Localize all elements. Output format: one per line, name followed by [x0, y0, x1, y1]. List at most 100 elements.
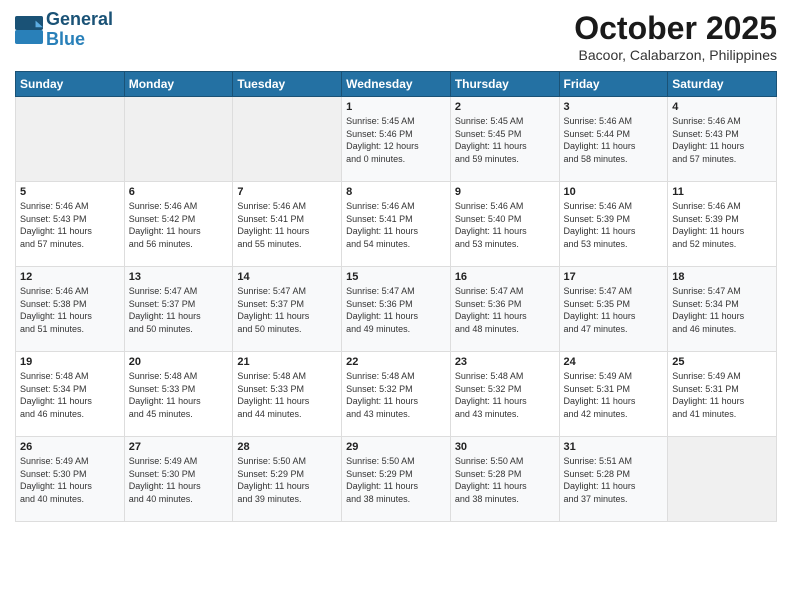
- day-number: 8: [346, 186, 446, 198]
- day-number: 10: [564, 186, 664, 198]
- calendar-cell: 5 Sunrise: 5:46 AM Sunset: 5:43 PM Daylig…: [16, 182, 125, 267]
- day-number: 15: [346, 271, 446, 283]
- calendar-cell: 2Sunrise: 5:45 AM Sunset: 5:45 PM Daylig…: [450, 97, 559, 182]
- calendar-cell: 23 Sunrise: 5:48 AM Sunset: 5:32 PM Dayli…: [450, 352, 559, 437]
- calendar-cell: 20Sunrise: 5:48 AM Sunset: 5:33 PM Dayli…: [124, 352, 233, 437]
- calendar-header: SundayMondayTuesdayWednesdayThursdayFrid…: [16, 72, 777, 97]
- calendar-cell: 3 Sunrise: 5:46 AM Sunset: 5:44 PM Daylig…: [559, 97, 668, 182]
- day-number: 11: [672, 186, 772, 198]
- day-info: Sunrise: 5:50 AM Sunset: 5:28 PM Dayligh…: [455, 455, 555, 505]
- weekday-header-tuesday: Tuesday: [233, 72, 342, 97]
- day-info: Sunrise: 5:48 AM Sunset: 5:32 PM Dayligh…: [346, 370, 446, 420]
- calendar-cell: [124, 97, 233, 182]
- day-number: 25: [672, 356, 772, 368]
- weekday-header-monday: Monday: [124, 72, 233, 97]
- calendar-week-3: 12 Sunrise: 5:46 AM Sunset: 5:38 PM Dayli…: [16, 267, 777, 352]
- calendar-cell: 11 Sunrise: 5:46 AM Sunset: 5:39 PM Dayli…: [668, 182, 777, 267]
- day-info: Sunrise: 5:48 AM Sunset: 5:33 PM Dayligh…: [237, 370, 337, 420]
- calendar-cell: 12 Sunrise: 5:46 AM Sunset: 5:38 PM Dayli…: [16, 267, 125, 352]
- day-number: 4: [672, 101, 772, 113]
- logo-line1: General: [46, 10, 113, 30]
- calendar-cell: 1Sunrise: 5:45 AM Sunset: 5:46 PM Daylig…: [342, 97, 451, 182]
- day-number: 5: [20, 186, 120, 198]
- location-title: Bacoor, Calabarzon, Philippines: [574, 47, 777, 63]
- day-number: 24: [564, 356, 664, 368]
- day-info: Sunrise: 5:48 AM Sunset: 5:32 PM Dayligh…: [455, 370, 555, 420]
- day-number: 30: [455, 441, 555, 453]
- calendar-cell: 18 Sunrise: 5:47 AM Sunset: 5:34 PM Dayli…: [668, 267, 777, 352]
- day-number: 7: [237, 186, 337, 198]
- day-info: Sunrise: 5:50 AM Sunset: 5:29 PM Dayligh…: [237, 455, 337, 505]
- day-info: Sunrise: 5:45 AM Sunset: 5:45 PM Dayligh…: [455, 115, 555, 165]
- day-number: 6: [129, 186, 229, 198]
- calendar-cell: 8 Sunrise: 5:46 AM Sunset: 5:41 PM Daylig…: [342, 182, 451, 267]
- header: General Blue October 2025 Bacoor, Calaba…: [15, 10, 777, 63]
- main-container: General Blue October 2025 Bacoor, Calaba…: [0, 0, 792, 532]
- weekday-header-row: SundayMondayTuesdayWednesdayThursdayFrid…: [16, 72, 777, 97]
- calendar-cell: 9 Sunrise: 5:46 AM Sunset: 5:40 PM Daylig…: [450, 182, 559, 267]
- day-number: 19: [20, 356, 120, 368]
- calendar-cell: 21 Sunrise: 5:48 AM Sunset: 5:33 PM Dayli…: [233, 352, 342, 437]
- day-info: Sunrise: 5:46 AM Sunset: 5:43 PM Dayligh…: [672, 115, 772, 165]
- calendar-cell: 16 Sunrise: 5:47 AM Sunset: 5:36 PM Dayli…: [450, 267, 559, 352]
- calendar-cell: 31 Sunrise: 5:51 AM Sunset: 5:28 PM Dayli…: [559, 437, 668, 522]
- day-info: Sunrise: 5:46 AM Sunset: 5:39 PM Dayligh…: [672, 200, 772, 250]
- calendar-week-2: 5 Sunrise: 5:46 AM Sunset: 5:43 PM Daylig…: [16, 182, 777, 267]
- calendar-cell: 29Sunrise: 5:50 AM Sunset: 5:29 PM Dayli…: [342, 437, 451, 522]
- calendar-cell: [16, 97, 125, 182]
- calendar-cell: 24 Sunrise: 5:49 AM Sunset: 5:31 PM Dayli…: [559, 352, 668, 437]
- day-info: Sunrise: 5:48 AM Sunset: 5:33 PM Dayligh…: [129, 370, 229, 420]
- day-number: 14: [237, 271, 337, 283]
- day-number: 23: [455, 356, 555, 368]
- logo-icon: [15, 16, 43, 44]
- calendar-cell: 14 Sunrise: 5:47 AM Sunset: 5:37 PM Dayli…: [233, 267, 342, 352]
- calendar-cell: 13Sunrise: 5:47 AM Sunset: 5:37 PM Dayli…: [124, 267, 233, 352]
- day-info: Sunrise: 5:46 AM Sunset: 5:39 PM Dayligh…: [564, 200, 664, 250]
- weekday-header-saturday: Saturday: [668, 72, 777, 97]
- logo-text: General Blue: [46, 10, 113, 50]
- day-info: Sunrise: 5:46 AM Sunset: 5:38 PM Dayligh…: [20, 285, 120, 335]
- day-info: Sunrise: 5:47 AM Sunset: 5:35 PM Dayligh…: [564, 285, 664, 335]
- day-number: 12: [20, 271, 120, 283]
- calendar-cell: 25Sunrise: 5:49 AM Sunset: 5:31 PM Dayli…: [668, 352, 777, 437]
- day-number: 28: [237, 441, 337, 453]
- calendar-cell: 28 Sunrise: 5:50 AM Sunset: 5:29 PM Dayli…: [233, 437, 342, 522]
- day-number: 3: [564, 101, 664, 113]
- day-info: Sunrise: 5:47 AM Sunset: 5:34 PM Dayligh…: [672, 285, 772, 335]
- day-number: 18: [672, 271, 772, 283]
- calendar-cell: [233, 97, 342, 182]
- day-info: Sunrise: 5:47 AM Sunset: 5:36 PM Dayligh…: [455, 285, 555, 335]
- day-number: 16: [455, 271, 555, 283]
- day-info: Sunrise: 5:46 AM Sunset: 5:40 PM Dayligh…: [455, 200, 555, 250]
- day-info: Sunrise: 5:49 AM Sunset: 5:31 PM Dayligh…: [564, 370, 664, 420]
- day-info: Sunrise: 5:46 AM Sunset: 5:41 PM Dayligh…: [237, 200, 337, 250]
- calendar-cell: 15Sunrise: 5:47 AM Sunset: 5:36 PM Dayli…: [342, 267, 451, 352]
- month-title: October 2025: [574, 10, 777, 47]
- day-info: Sunrise: 5:46 AM Sunset: 5:43 PM Dayligh…: [20, 200, 120, 250]
- day-info: Sunrise: 5:48 AM Sunset: 5:34 PM Dayligh…: [20, 370, 120, 420]
- day-number: 31: [564, 441, 664, 453]
- day-info: Sunrise: 5:46 AM Sunset: 5:42 PM Dayligh…: [129, 200, 229, 250]
- day-info: Sunrise: 5:47 AM Sunset: 5:37 PM Dayligh…: [237, 285, 337, 335]
- day-info: Sunrise: 5:46 AM Sunset: 5:41 PM Dayligh…: [346, 200, 446, 250]
- calendar-cell: 19 Sunrise: 5:48 AM Sunset: 5:34 PM Dayli…: [16, 352, 125, 437]
- logo-line2: Blue: [46, 30, 113, 50]
- calendar-cell: 7 Sunrise: 5:46 AM Sunset: 5:41 PM Daylig…: [233, 182, 342, 267]
- day-info: Sunrise: 5:46 AM Sunset: 5:44 PM Dayligh…: [564, 115, 664, 165]
- calendar-cell: 17Sunrise: 5:47 AM Sunset: 5:35 PM Dayli…: [559, 267, 668, 352]
- calendar-cell: 6 Sunrise: 5:46 AM Sunset: 5:42 PM Daylig…: [124, 182, 233, 267]
- day-info: Sunrise: 5:51 AM Sunset: 5:28 PM Dayligh…: [564, 455, 664, 505]
- calendar-cell: 4 Sunrise: 5:46 AM Sunset: 5:43 PM Daylig…: [668, 97, 777, 182]
- day-number: 27: [129, 441, 229, 453]
- calendar-cell: 26Sunrise: 5:49 AM Sunset: 5:30 PM Dayli…: [16, 437, 125, 522]
- weekday-header-friday: Friday: [559, 72, 668, 97]
- calendar-week-1: 1Sunrise: 5:45 AM Sunset: 5:46 PM Daylig…: [16, 97, 777, 182]
- day-number: 9: [455, 186, 555, 198]
- weekday-header-wednesday: Wednesday: [342, 72, 451, 97]
- day-info: Sunrise: 5:49 AM Sunset: 5:30 PM Dayligh…: [20, 455, 120, 505]
- calendar-cell: 27Sunrise: 5:49 AM Sunset: 5:30 PM Dayli…: [124, 437, 233, 522]
- weekday-header-thursday: Thursday: [450, 72, 559, 97]
- day-number: 1: [346, 101, 446, 113]
- day-number: 21: [237, 356, 337, 368]
- day-number: 29: [346, 441, 446, 453]
